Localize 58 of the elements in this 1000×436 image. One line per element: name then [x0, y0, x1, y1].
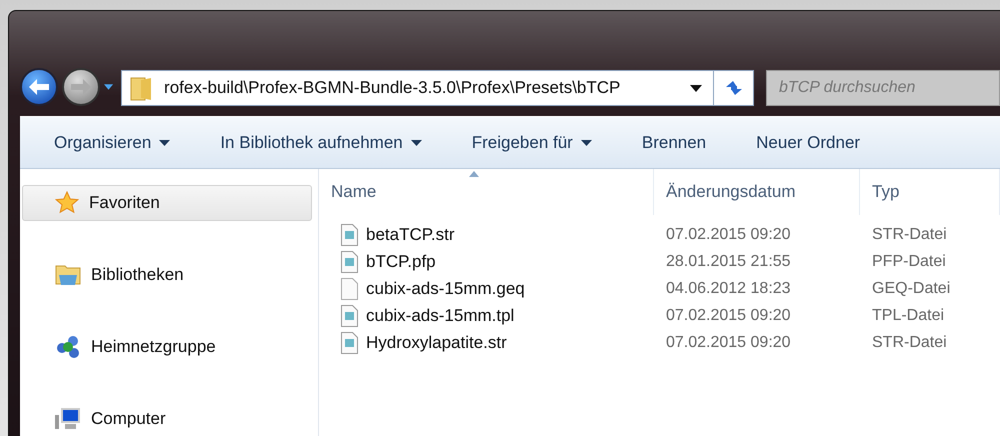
file-icon: [341, 250, 358, 272]
date-cell-text: 04.06.2012 18:23: [665, 280, 792, 298]
file-icon: [341, 224, 358, 246]
navigation-item[interactable]: Bibliotheken: [22, 257, 312, 293]
back-button[interactable]: [20, 68, 58, 106]
navigation-label: Heimnetzgruppe: [91, 337, 216, 357]
toolbar-button[interactable]: Neuer Ordner: [742, 126, 874, 159]
toolbar-button[interactable]: Brennen: [628, 126, 720, 159]
type-cell-text: STR-Datei: [871, 226, 948, 244]
file-name[interactable]: betaTCP.str: [319, 224, 654, 246]
file-name[interactable]: cubix-ads-15mm.geq: [319, 278, 654, 300]
address-field[interactable]: rofex-build\Profex-BGMN-Bundle-3.5.0\Profex\Presets\bTCP: [121, 70, 714, 106]
date-cell-text: 07.02.2015 09:20: [665, 306, 792, 324]
homegroup-icon: [55, 335, 81, 359]
search-field[interactable]: bTCP durchsuchen: [766, 70, 1000, 106]
type-cell-text: STR-Datei: [871, 334, 948, 352]
file-name-text: cubix-ads-15mm.geq: [366, 278, 525, 298]
library-icon: [55, 263, 81, 287]
file-icon: [341, 304, 358, 326]
file-name-text: Hydroxylapatite.str: [366, 332, 507, 352]
refresh-button[interactable]: [714, 70, 754, 106]
folder-icon: [129, 75, 154, 102]
column-header[interactable]: Name: [319, 169, 654, 215]
file-name-text: cubix-ads-15mm.tpl: [366, 306, 514, 326]
caret-icon: [410, 140, 422, 146]
column-header[interactable]: Änderungsdatum: [654, 169, 860, 215]
date-cell-text: 28.01.2015 21:55: [665, 252, 792, 270]
file-name-text: betaTCP.str: [366, 224, 455, 244]
forward-button[interactable]: [62, 68, 100, 106]
file-name[interactable]: Hydroxylapatite.str: [319, 332, 654, 354]
toolbar-button[interactable]: Organisieren: [40, 126, 184, 159]
file-name[interactable]: cubix-ads-15mm.tpl: [319, 304, 654, 326]
sort-arrow-icon: [469, 171, 480, 177]
date-cell-text: 07.02.2015 09:20: [665, 226, 792, 244]
caret-icon: [580, 140, 592, 146]
back-arrow-icon: [28, 78, 50, 96]
history-caret-icon[interactable]: [104, 84, 114, 90]
navigation-label: Computer: [91, 409, 166, 429]
navigation-item[interactable]: Computer: [22, 401, 312, 436]
navigation-item[interactable]: Heimnetzgruppe: [22, 329, 312, 365]
column-header[interactable]: Typ: [860, 169, 1000, 215]
star-icon: [55, 191, 79, 215]
file-name-text: bTCP.pfp: [366, 252, 436, 272]
caret-icon: [159, 140, 170, 146]
toolbar-button[interactable]: Freigeben für: [458, 126, 606, 159]
type-cell-text: GEQ-Datei: [871, 280, 952, 298]
toolbar-button[interactable]: In Bibliothek aufnehmen: [206, 126, 436, 159]
type-cell-text: PFP-Datei: [871, 252, 947, 270]
date-cell-text: 07.02.2015 09:20: [665, 334, 792, 352]
navigation-label: Bibliotheken: [91, 265, 184, 285]
computer-icon: [55, 407, 81, 431]
blank-file-icon: [341, 278, 358, 300]
navigation-label: Favoriten: [89, 193, 160, 213]
type-cell-text: TPL-Datei: [871, 306, 946, 324]
file-name[interactable]: bTCP.pfp: [319, 250, 654, 272]
file-icon: [341, 332, 358, 354]
navigation-item[interactable]: Favoriten: [22, 185, 312, 221]
dropdown-caret-icon[interactable]: [690, 85, 702, 92]
